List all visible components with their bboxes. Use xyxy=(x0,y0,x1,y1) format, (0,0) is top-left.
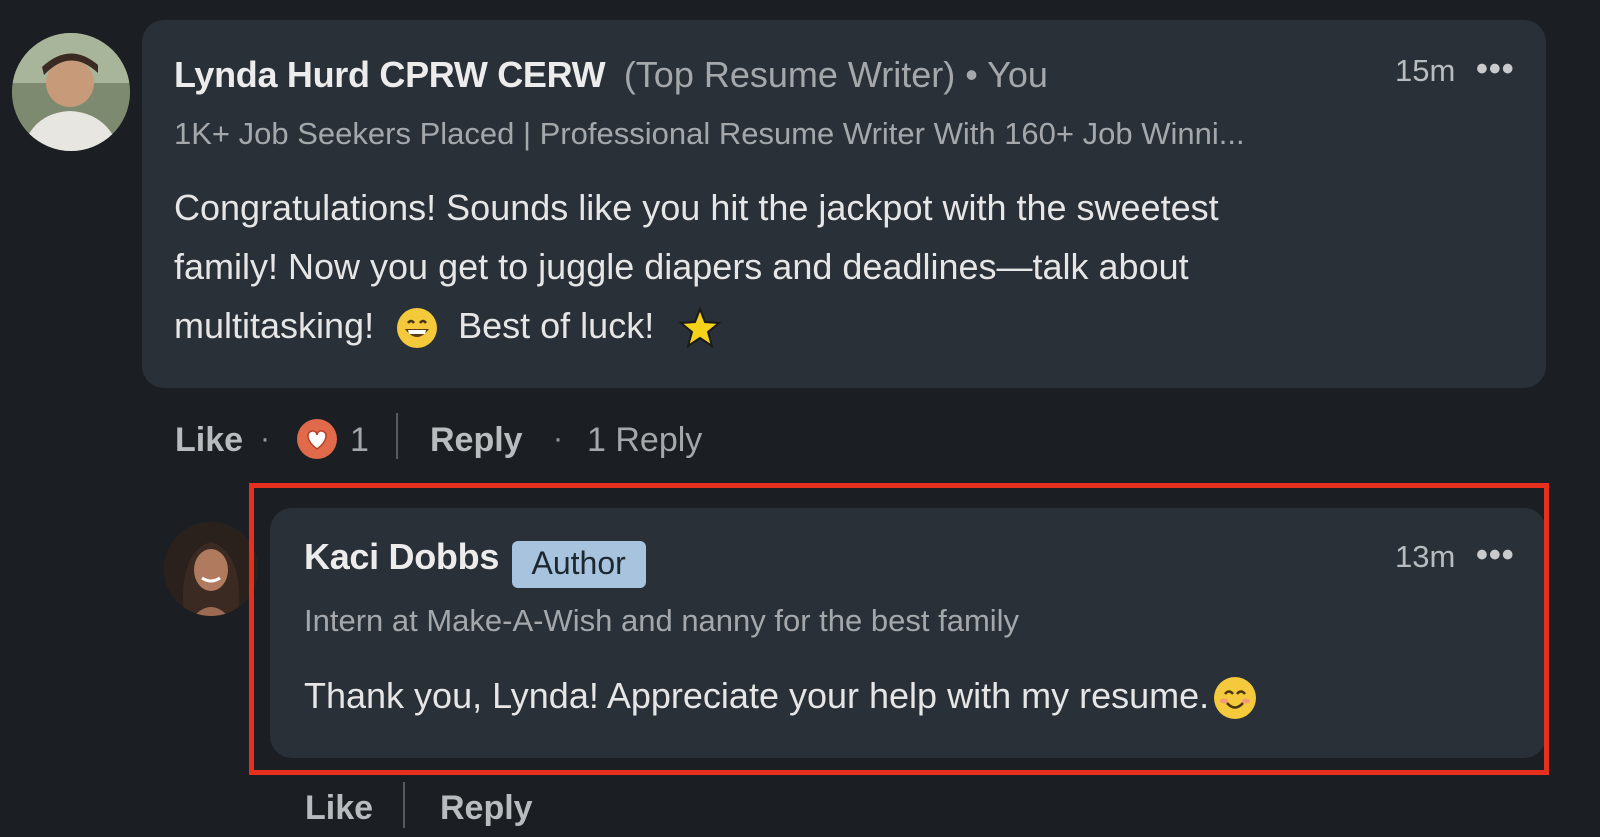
comment-author-name[interactable]: Lynda Hurd CPRW CERW xyxy=(174,54,606,95)
reply-like-button[interactable]: Like xyxy=(305,789,373,828)
comment-timestamp: 15m xyxy=(1395,53,1456,88)
comment-text-line: family! Now you get to juggle diapers an… xyxy=(174,246,1189,287)
reaction-count[interactable]: 1 xyxy=(350,421,369,460)
comment-text-line: Congratulations! Sounds like you hit the… xyxy=(174,187,1219,228)
comment-reply-button[interactable]: Reply xyxy=(430,421,523,460)
highlight-box xyxy=(249,483,1549,775)
heart-reaction-icon[interactable] xyxy=(296,418,338,460)
grinning-face-emoji xyxy=(396,307,438,349)
replies-count-link[interactable]: 1 Reply xyxy=(587,421,702,460)
comment-bubble: Lynda Hurd CPRW CERW (Top Resume Writer)… xyxy=(142,20,1546,388)
comment-more-icon[interactable]: ••• xyxy=(1476,50,1515,89)
action-divider xyxy=(396,413,398,459)
comment-text-line: multitasking! Best of luck! xyxy=(174,296,1514,355)
reply-reply-button[interactable]: Reply xyxy=(440,789,533,828)
comment-text-part: multitasking! xyxy=(174,305,375,346)
action-divider xyxy=(403,782,405,828)
avatar-kaci[interactable] xyxy=(164,522,258,616)
comment-text: Congratulations! Sounds like you hit the… xyxy=(174,178,1514,355)
action-separator-dot: · xyxy=(260,422,270,455)
avatar-lynda[interactable] xyxy=(12,33,130,151)
comment-author-headline: 1K+ Job Seekers Placed | Professional Re… xyxy=(174,116,1245,151)
comment-author-tag: (Top Resume Writer) • You xyxy=(623,54,1048,95)
comment-like-button[interactable]: Like xyxy=(175,421,243,460)
action-separator-dot: · xyxy=(553,422,563,455)
sparkle-star-emoji xyxy=(678,306,722,350)
comment-text-part: Best of luck! xyxy=(458,305,655,346)
